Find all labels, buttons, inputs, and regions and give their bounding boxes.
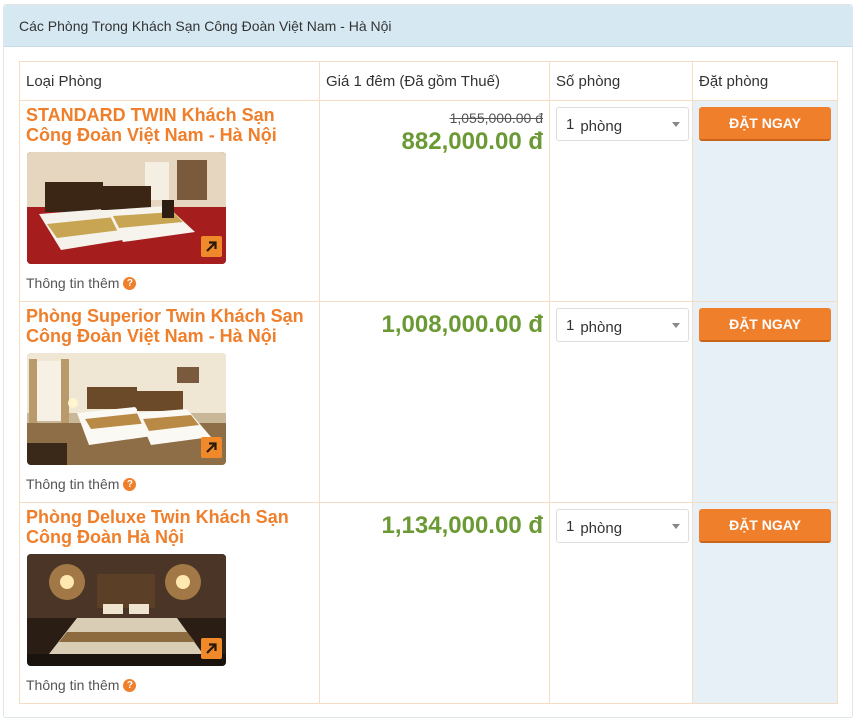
caret-down-icon [672, 323, 680, 328]
room-price: 1,008,000.00 đ [381, 311, 543, 338]
more-info-link[interactable]: Thông tin thêm ? [20, 476, 142, 492]
table-header-row: Loại Phòng Giá 1 đêm (Đã gồm Thuế) Số ph… [19, 61, 838, 101]
arrow-up-right-icon[interactable] [201, 437, 222, 458]
header-quantity: Số phòng [549, 61, 693, 101]
room-title-link[interactable]: Phòng Superior Twin Khách Sạn Công Đoàn … [20, 302, 319, 346]
room-quantity-select[interactable]: 1 phòng [556, 509, 689, 543]
caret-down-icon [672, 524, 680, 529]
more-info-label: Thông tin thêm [26, 476, 120, 492]
more-info-label: Thông tin thêm [26, 275, 120, 291]
room-title-link[interactable]: Phòng Deluxe Twin Khách Sạn Công Đoàn Hà… [20, 503, 319, 547]
header-booking: Đặt phòng [692, 61, 838, 101]
caret-down-icon [672, 122, 680, 127]
rooms-panel: Các Phòng Trong Khách Sạn Công Đoàn Việt… [3, 4, 853, 718]
arrow-up-right-icon[interactable] [201, 638, 222, 659]
quantity-unit: phòng [580, 519, 623, 537]
original-price: 1,055,000.00 đ [449, 110, 543, 126]
room-price: 882,000.00 đ [401, 128, 543, 155]
room-photo[interactable] [27, 554, 226, 666]
room-quantity-select[interactable]: 1 phòng [556, 308, 689, 342]
header-room-type: Loại Phòng [19, 61, 320, 101]
room-photo[interactable] [27, 353, 226, 465]
more-info-link[interactable]: Thông tin thêm ? [20, 677, 142, 693]
quantity-unit: phòng [580, 117, 623, 135]
table-row: STANDARD TWIN Khách Sạn Công Đoàn Việt N… [19, 100, 838, 302]
quantity-unit: phòng [580, 318, 623, 336]
more-info-link[interactable]: Thông tin thêm ? [20, 275, 142, 291]
question-circle-icon: ? [123, 678, 137, 692]
question-circle-icon: ? [123, 477, 137, 491]
room-quantity-select[interactable]: 1 phòng [556, 107, 689, 141]
quantity-value: 1 [566, 316, 575, 334]
quantity-value: 1 [566, 517, 575, 535]
book-now-button[interactable]: ĐẶT NGAY [699, 308, 831, 342]
header-price: Giá 1 đêm (Đã gồm Thuế) [319, 61, 550, 101]
more-info-label: Thông tin thêm [26, 677, 120, 693]
room-title-link[interactable]: STANDARD TWIN Khách Sạn Công Đoàn Việt N… [20, 101, 319, 145]
rooms-table: Loại Phòng Giá 1 đêm (Đã gồm Thuế) Số ph… [19, 61, 838, 704]
quantity-value: 1 [566, 115, 575, 133]
table-row: Phòng Deluxe Twin Khách Sạn Công Đoàn Hà… [19, 502, 838, 704]
book-now-button[interactable]: ĐẶT NGAY [699, 107, 831, 141]
arrow-up-right-icon[interactable] [201, 236, 222, 257]
panel-title: Các Phòng Trong Khách Sạn Công Đoàn Việt… [4, 5, 852, 47]
table-row: Phòng Superior Twin Khách Sạn Công Đoàn … [19, 301, 838, 503]
room-price: 1,134,000.00 đ [381, 512, 543, 539]
question-circle-icon: ? [123, 276, 137, 290]
book-now-button[interactable]: ĐẶT NGAY [699, 509, 831, 543]
room-photo[interactable] [27, 152, 226, 264]
